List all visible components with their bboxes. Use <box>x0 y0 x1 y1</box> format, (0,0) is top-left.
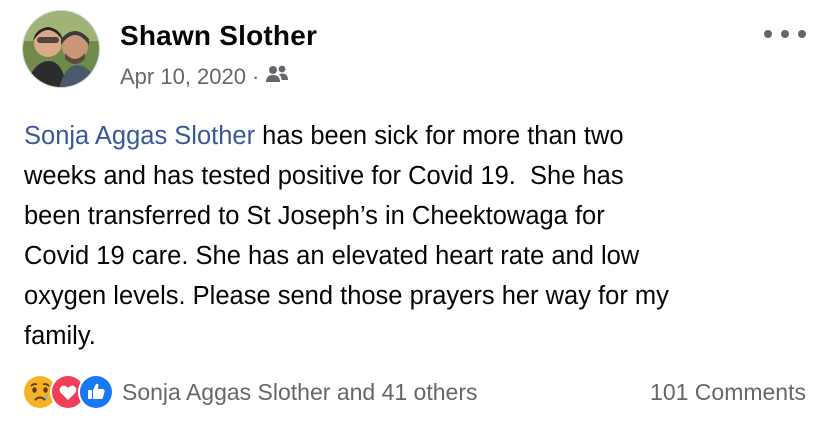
post-meta: Apr 10, 2020 · <box>120 64 289 90</box>
post-text: Sonja Aggas Slother has been sick for mo… <box>24 116 814 356</box>
more-dot <box>764 30 772 38</box>
post-text-content: has been sick for more than two weeks an… <box>24 122 669 350</box>
author-name[interactable]: Shawn Slother <box>120 20 317 52</box>
more-dot <box>781 30 789 38</box>
like-reaction-icon <box>78 374 114 410</box>
more-dot <box>798 30 806 38</box>
reaction-icons[interactable] <box>22 374 114 410</box>
avatar-photo <box>23 11 99 87</box>
mention-link[interactable]: Sonja Aggas Slother <box>24 122 255 150</box>
reactors-text[interactable]: Sonja Aggas Slother and 41 others <box>122 379 477 406</box>
meta-separator: · <box>251 64 260 89</box>
author-avatar[interactable] <box>22 10 100 88</box>
post-date[interactable]: Apr 10, 2020 <box>120 64 246 90</box>
more-options-icon[interactable] <box>764 24 806 44</box>
friends-icon[interactable] <box>265 64 289 90</box>
post-footer: Sonja Aggas Slother and 41 others 101 Co… <box>22 372 806 412</box>
comments-count[interactable]: 101 Comments <box>650 379 806 406</box>
